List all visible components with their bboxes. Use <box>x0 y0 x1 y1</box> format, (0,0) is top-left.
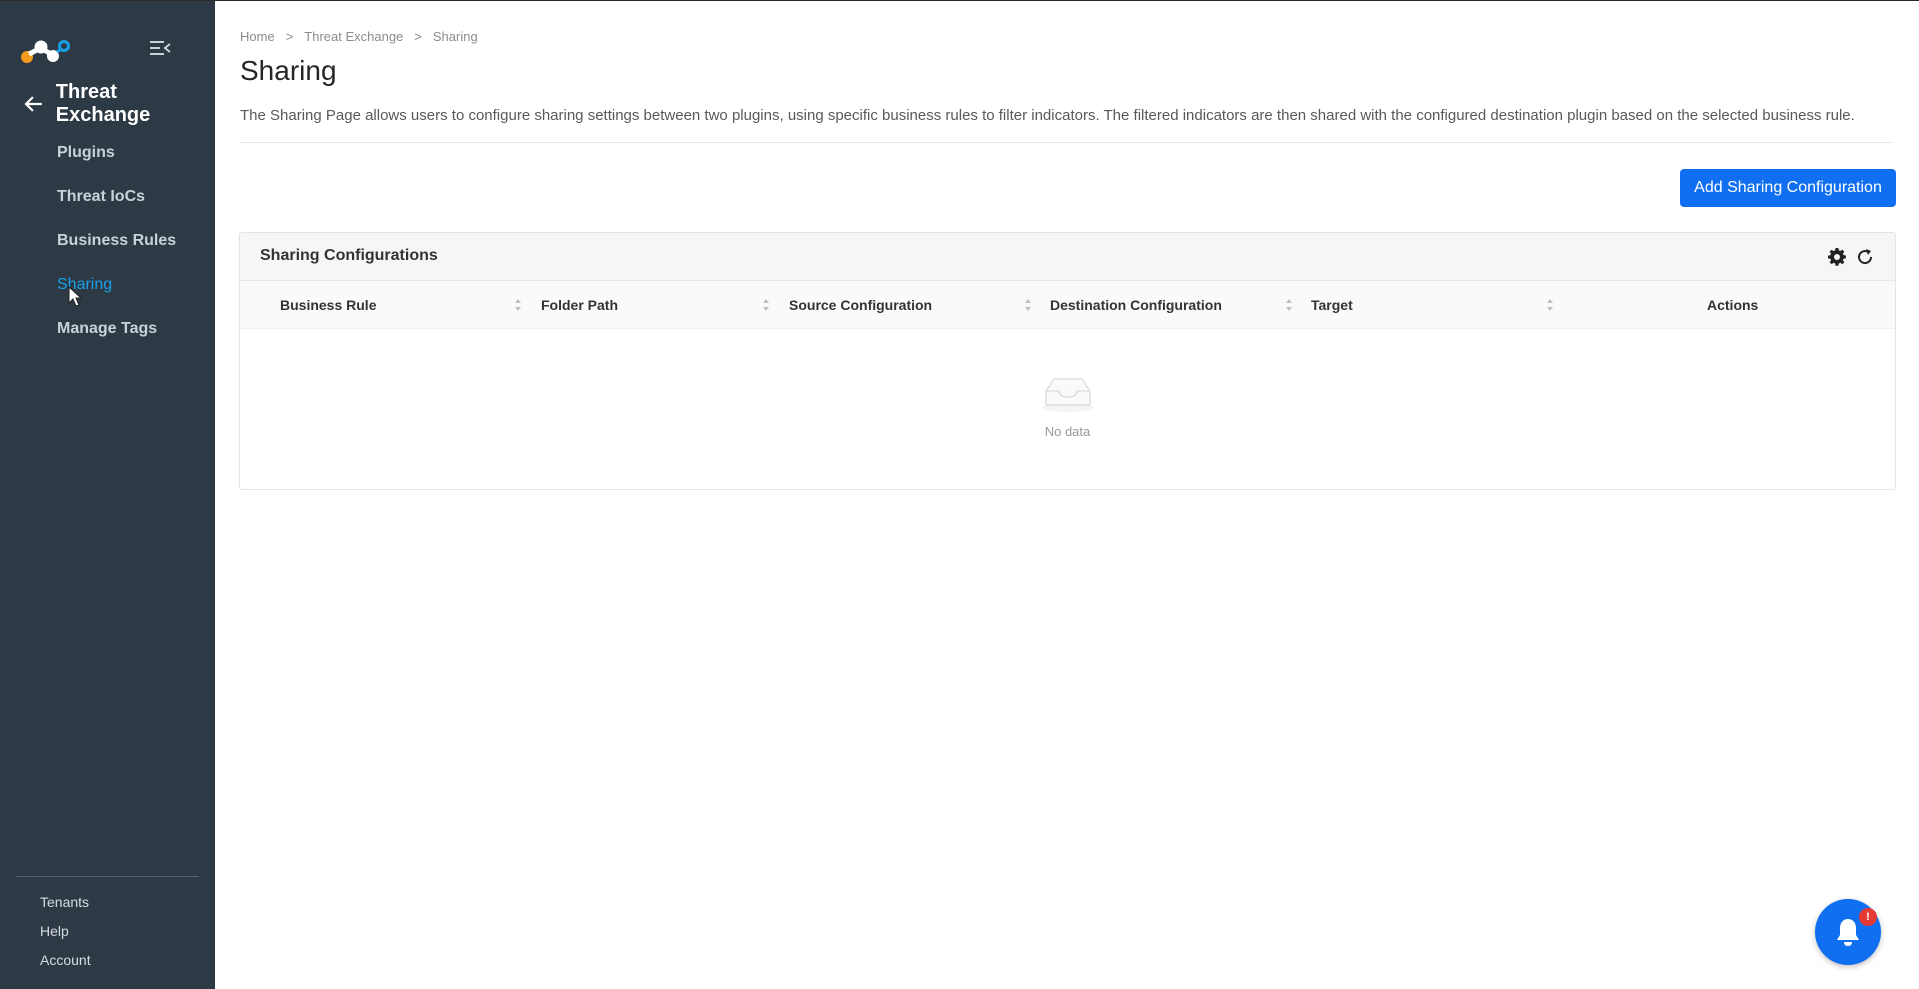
section-title: Threat Exchange <box>55 81 151 126</box>
sidebar-item-plugins[interactable]: Plugins <box>57 141 176 185</box>
sort-icon[interactable] <box>762 298 770 312</box>
card-title: Sharing Configurations <box>260 247 438 264</box>
breadcrumb: Home > Threat Exchange > Sharing <box>240 29 478 44</box>
column-actions: Actions <box>1707 297 1759 313</box>
sidebar-bottom-nav: Tenants Help Account <box>40 894 91 981</box>
sidebar-item-help[interactable]: Help <box>40 923 91 952</box>
menu-collapse-icon[interactable] <box>149 39 171 57</box>
arrow-left-icon <box>24 96 42 112</box>
sort-icon[interactable] <box>1024 298 1032 312</box>
card-header: Sharing Configurations <box>240 233 1895 281</box>
breadcrumb-separator: > <box>285 29 294 44</box>
app-logo[interactable] <box>20 37 72 65</box>
main-content: Home > Threat Exchange > Sharing Sharing… <box>215 1 1919 989</box>
sidebar-item-threat-iocs[interactable]: Threat IoCs <box>57 185 176 229</box>
table-header: Business Rule Folder Path Source Configu… <box>240 281 1895 329</box>
page-title: Sharing <box>240 55 337 86</box>
sort-icon[interactable] <box>1285 298 1293 312</box>
sidebar: Threat Exchange Plugins Threat IoCs Busi… <box>0 1 215 989</box>
card-tools <box>1827 247 1875 267</box>
header-divider <box>240 142 1893 143</box>
column-business-rule[interactable]: Business Rule <box>280 281 376 329</box>
breadcrumb-home[interactable]: Home <box>240 29 275 44</box>
add-sharing-configuration-button[interactable]: Add Sharing Configuration <box>1680 169 1896 207</box>
empty-inbox-icon <box>1042 378 1094 412</box>
mouse-cursor-icon <box>68 286 83 307</box>
column-target[interactable]: Target <box>1311 281 1353 329</box>
empty-text: No data <box>1044 424 1091 439</box>
back-to-threat-exchange[interactable]: Threat Exchange <box>24 81 215 126</box>
refresh-icon[interactable] <box>1855 247 1875 267</box>
sidebar-item-tenants[interactable]: Tenants <box>40 894 91 923</box>
sidebar-divider <box>16 876 199 877</box>
sidebar-item-business-rules[interactable]: Business Rules <box>57 229 176 273</box>
column-folder-path[interactable]: Folder Path <box>541 281 618 329</box>
sidebar-nav: Plugins Threat IoCs Business Rules Shari… <box>57 141 176 361</box>
bell-icon <box>1837 919 1859 946</box>
page-description: The Sharing Page allows users to configu… <box>240 107 1855 124</box>
breadcrumb-threat-exchange[interactable]: Threat Exchange <box>304 29 403 44</box>
table-empty-state: No data <box>240 329 1895 489</box>
sort-icon[interactable] <box>1546 298 1554 312</box>
sort-icon[interactable] <box>514 298 522 312</box>
breadcrumb-current: Sharing <box>432 29 478 44</box>
sharing-configurations-card: Sharing Configurations Business Rule Fol… <box>239 232 1896 490</box>
column-source-configuration[interactable]: Source Configuration <box>789 281 932 329</box>
gear-icon[interactable] <box>1827 247 1847 267</box>
column-destination-configuration[interactable]: Destination Configuration <box>1050 281 1222 329</box>
sidebar-item-account[interactable]: Account <box>40 952 91 981</box>
notification-badge: ! <box>1859 908 1877 926</box>
sidebar-item-manage-tags[interactable]: Manage Tags <box>57 317 176 361</box>
breadcrumb-separator: > <box>414 29 422 44</box>
notifications-button[interactable]: ! <box>1815 899 1881 965</box>
